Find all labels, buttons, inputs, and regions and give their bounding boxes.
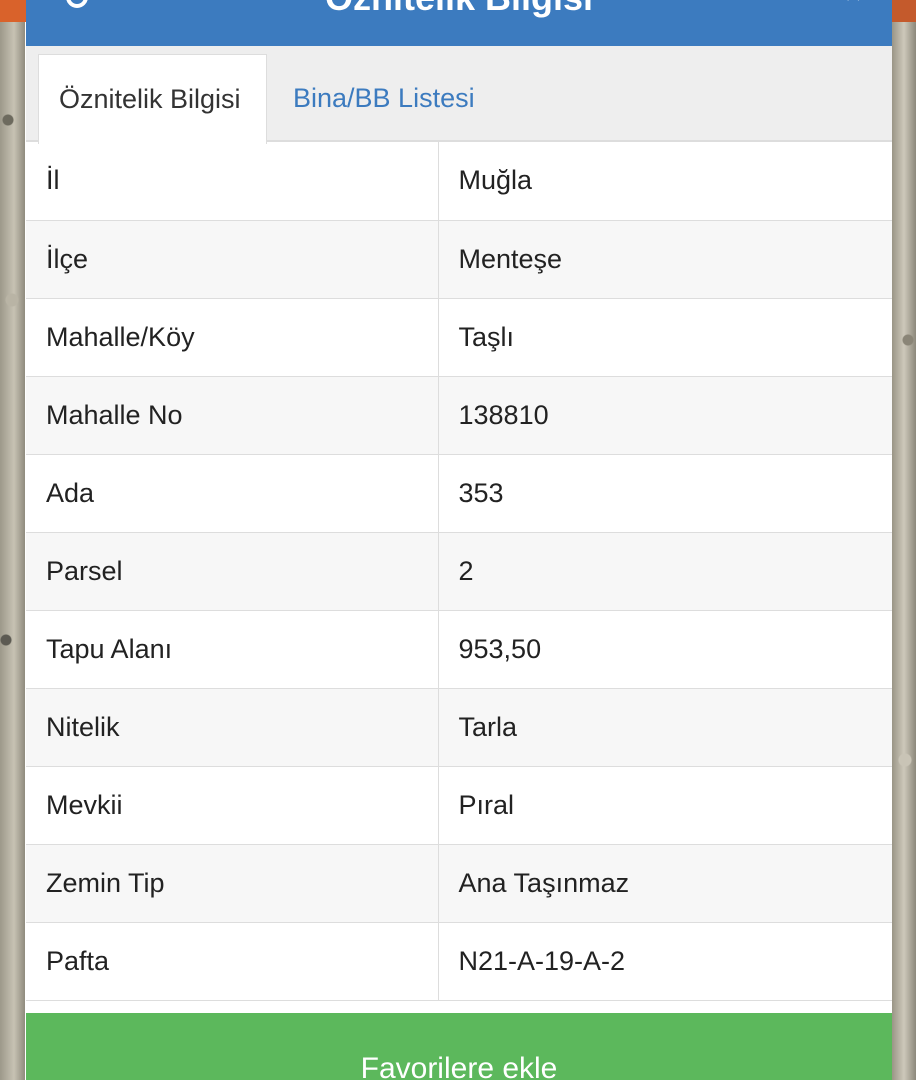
attribute-value: Tarla (438, 688, 892, 767)
tab-bar: Öznitelik Bilgisi Bina/BB Listesi (26, 46, 892, 144)
attribute-key: İl (26, 142, 439, 221)
attribute-key: Ada (26, 454, 439, 533)
attribute-value: Pıral (438, 766, 892, 845)
attribute-key: Tapu Alanı (26, 610, 439, 689)
attribute-value: 2 (438, 532, 892, 611)
attribute-value: 138810 (438, 376, 892, 455)
attribute-info-modal: Öznitelik Bilgisi × Öznitelik Bilgisi Bi… (26, 0, 892, 1080)
attribute-value: 353 (438, 454, 892, 533)
tab-building-list[interactable]: Bina/BB Listesi (273, 54, 495, 142)
table-row: Mahalle No 138810 (26, 376, 892, 455)
attribute-key: Nitelik (26, 688, 439, 767)
attribute-value: N21-A-19-A-2 (438, 922, 892, 1001)
attribute-key: Zemin Tip (26, 844, 439, 923)
attribute-key: Mevkii (26, 766, 439, 845)
attribute-value: Ana Taşınmaz (438, 844, 892, 923)
map-background-strip (0, 0, 26, 22)
table-row: Tapu Alanı 953,50 (26, 610, 892, 689)
table-row: Nitelik Tarla (26, 688, 892, 767)
table-row: İl Muğla (26, 142, 892, 221)
table-row: Zemin Tip Ana Taşınmaz (26, 844, 892, 923)
attribute-table: İl Muğla İlçe Menteşe Mahalle/Köy Taşlı … (26, 142, 892, 1001)
attribute-key: Mahalle No (26, 376, 439, 455)
close-icon[interactable]: × (844, 0, 862, 10)
attribute-key: Pafta (26, 922, 439, 1001)
attribute-value: Taşlı (438, 298, 892, 377)
modal-header: Öznitelik Bilgisi × (26, 0, 892, 46)
add-to-favorites-button[interactable]: Favorilere ekle (26, 1013, 892, 1080)
table-row: Ada 353 (26, 454, 892, 533)
table-row: Mahalle/Köy Taşlı (26, 298, 892, 377)
attribute-key: Parsel (26, 532, 439, 611)
tab-attribute-info[interactable]: Öznitelik Bilgisi (38, 54, 267, 144)
table-row: Mevkii Pıral (26, 766, 892, 845)
attribute-key: İlçe (26, 220, 439, 299)
modal-title: Öznitelik Bilgisi (26, 0, 892, 18)
attribute-value: Menteşe (438, 220, 892, 299)
attribute-value: 953,50 (438, 610, 892, 689)
map-background-strip-right (892, 0, 916, 22)
table-row: Parsel 2 (26, 532, 892, 611)
table-row: Pafta N21-A-19-A-2 (26, 922, 892, 1001)
table-row: İlçe Menteşe (26, 220, 892, 299)
attribute-key: Mahalle/Köy (26, 298, 439, 377)
attribute-value: Muğla (438, 142, 892, 221)
